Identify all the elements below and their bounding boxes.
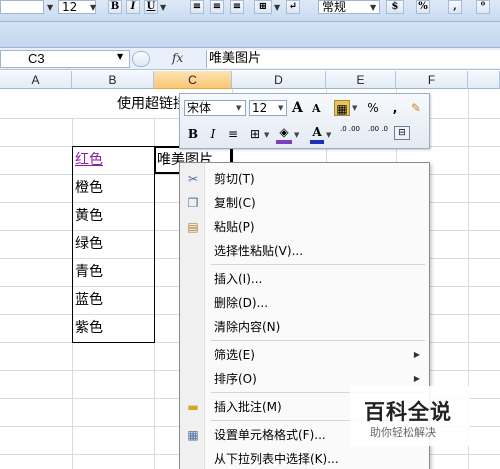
- column-header-c[interactable]: C: [154, 71, 232, 89]
- menu-separator: [211, 340, 425, 341]
- chevron-down-icon[interactable]: ▼: [160, 3, 166, 12]
- list-item[interactable]: 紫色: [72, 314, 103, 342]
- chevron-right-icon: ▶: [413, 350, 420, 359]
- list-item[interactable]: 黄色: [72, 202, 103, 230]
- chevron-down-icon[interactable]: ▼: [294, 131, 299, 139]
- table-border: [72, 342, 154, 343]
- column-header-f[interactable]: F: [396, 71, 468, 89]
- align-left-icon[interactable]: ≡: [190, 0, 204, 14]
- format-cells-icon: ▦: [187, 428, 199, 442]
- column-header-b[interactable]: B: [72, 71, 154, 89]
- menu-item-label: 删除(D)...: [214, 296, 269, 310]
- comment-icon: ▬: [187, 400, 199, 414]
- decrease-decimal-button[interactable]: .00 .0: [366, 125, 390, 133]
- menu-item-paste[interactable]: ▤ 粘贴(P): [180, 215, 429, 239]
- menu-item-label: 插入(I)...: [214, 272, 263, 286]
- menu-item-copy[interactable]: ❐ 复制(C): [180, 191, 429, 215]
- mini-toolbar: 宋体 ▼ 12 ▼ A A ▦ ▼ % , ✎ B I ≡ ⊞ ▼ ◈ ▼ A …: [179, 93, 430, 149]
- menu-item-label: 排序(O): [214, 372, 257, 386]
- chevron-down-icon[interactable]: ▼: [274, 3, 280, 12]
- comma-button[interactable]: ,: [390, 100, 400, 116]
- chevron-down-icon[interactable]: ▼: [278, 104, 283, 112]
- menu-item-filter[interactable]: 筛选(E) ▶: [180, 343, 429, 367]
- grow-font-button[interactable]: A: [292, 100, 303, 116]
- menu-item-cut[interactable]: ✂ 剪切(T): [180, 167, 429, 191]
- merge-cells-icon[interactable]: ⊟: [394, 126, 410, 140]
- menu-item-paste-special[interactable]: 选择性粘贴(V)...: [180, 239, 429, 263]
- list-item[interactable]: 橙色: [72, 174, 103, 202]
- align-center-icon[interactable]: ≡: [210, 0, 224, 14]
- bold-button[interactable]: B: [186, 126, 200, 142]
- chevron-down-icon[interactable]: ▼: [352, 104, 357, 112]
- menu-item-label: 从下拉列表中选择(K)...: [214, 452, 339, 466]
- brush-icon[interactable]: ✎: [408, 100, 424, 116]
- column-header-e[interactable]: E: [326, 71, 396, 89]
- paste-icon: ▤: [187, 220, 199, 234]
- watermark: 百科全说 助你轻松解决: [350, 386, 470, 446]
- underline-button[interactable]: U: [144, 0, 158, 14]
- chevron-down-icon[interactable]: ▼: [236, 104, 241, 112]
- table-border: [154, 146, 155, 343]
- font-color-button[interactable]: A: [310, 124, 324, 144]
- copy-icon: ❐: [187, 196, 199, 210]
- wrap-text-icon[interactable]: ↵: [286, 0, 300, 14]
- center-align-icon[interactable]: ≡: [226, 126, 240, 142]
- italic-button[interactable]: I: [206, 126, 220, 142]
- hyperlink-text[interactable]: 红色: [75, 152, 103, 168]
- bold-button[interactable]: B: [108, 0, 122, 14]
- scissors-icon: ✂: [187, 172, 199, 186]
- comma-button[interactable]: ,: [448, 0, 462, 14]
- list-item[interactable]: 红色: [72, 146, 103, 174]
- chevron-down-icon[interactable]: ▼: [117, 52, 123, 61]
- ribbon-group-labels: [0, 22, 500, 48]
- watermark-subtitle: 助你轻松解决: [370, 426, 436, 439]
- menu-item-delete[interactable]: 删除(D)...: [180, 291, 429, 315]
- chevron-down-icon[interactable]: ▼: [326, 131, 331, 139]
- menu-item-label: 选择性粘贴(V)...: [214, 244, 304, 258]
- borders-icon[interactable]: ⊞: [248, 126, 262, 142]
- menu-item-insert[interactable]: 插入(I)...: [180, 267, 429, 291]
- ribbon: ▼ 12 ▼ B I U ▼ ≡ ≡ ≡ ⊞ ▼ ↵ 常规 ▼ $ % , ⁰: [0, 0, 500, 22]
- menu-item-label: 复制(C): [214, 196, 256, 210]
- watermark-title: 百科全说: [364, 400, 452, 424]
- italic-button[interactable]: I: [126, 0, 140, 14]
- formula-input[interactable]: 唯美图片: [206, 50, 500, 68]
- align-right-icon[interactable]: ≡: [230, 0, 244, 14]
- font-name-box[interactable]: [0, 0, 44, 14]
- menu-item-pick-from-list[interactable]: 从下拉列表中选择(K)...: [180, 447, 429, 469]
- chevron-down-icon[interactable]: ▼: [90, 3, 96, 12]
- percent-button[interactable]: %: [366, 100, 380, 116]
- column-header-d[interactable]: D: [232, 71, 326, 89]
- insert-function-icon[interactable]: fx: [172, 51, 183, 65]
- menu-item-label: 筛选(E): [214, 348, 255, 362]
- menu-item-clear-contents[interactable]: 清除内容(N): [180, 315, 429, 339]
- format-painter-icon[interactable]: ▦: [334, 100, 350, 116]
- menu-separator: [211, 264, 425, 265]
- list-item[interactable]: 青色: [72, 258, 103, 286]
- merge-center-icon[interactable]: ⊞: [254, 0, 272, 14]
- menu-item-label: 清除内容(N): [214, 320, 281, 334]
- shrink-font-button[interactable]: A: [312, 101, 321, 117]
- menu-item-label: 设置单元格格式(F)...: [214, 428, 326, 442]
- chevron-down-icon[interactable]: ▼: [47, 3, 53, 12]
- chevron-down-icon[interactable]: ▼: [370, 3, 376, 12]
- fill-color-icon[interactable]: ◈: [276, 124, 292, 144]
- formula-options-icon[interactable]: [132, 51, 150, 67]
- list-item[interactable]: 绿色: [72, 230, 103, 258]
- menu-item-label: 插入批注(M): [214, 400, 282, 414]
- currency-icon[interactable]: $: [386, 0, 404, 14]
- increase-decimal-icon[interactable]: ⁰: [476, 0, 490, 14]
- chevron-down-icon[interactable]: ▼: [264, 131, 269, 139]
- name-box[interactable]: C3: [0, 50, 130, 68]
- column-header-g[interactable]: [468, 71, 500, 89]
- menu-item-label: 粘贴(P): [214, 220, 255, 234]
- increase-decimal-button[interactable]: .0 .00: [338, 125, 362, 133]
- column-header-a[interactable]: A: [0, 71, 72, 89]
- percent-button[interactable]: %: [416, 0, 430, 14]
- menu-item-label: 剪切(T): [214, 172, 255, 186]
- list-item[interactable]: 蓝色: [72, 286, 103, 314]
